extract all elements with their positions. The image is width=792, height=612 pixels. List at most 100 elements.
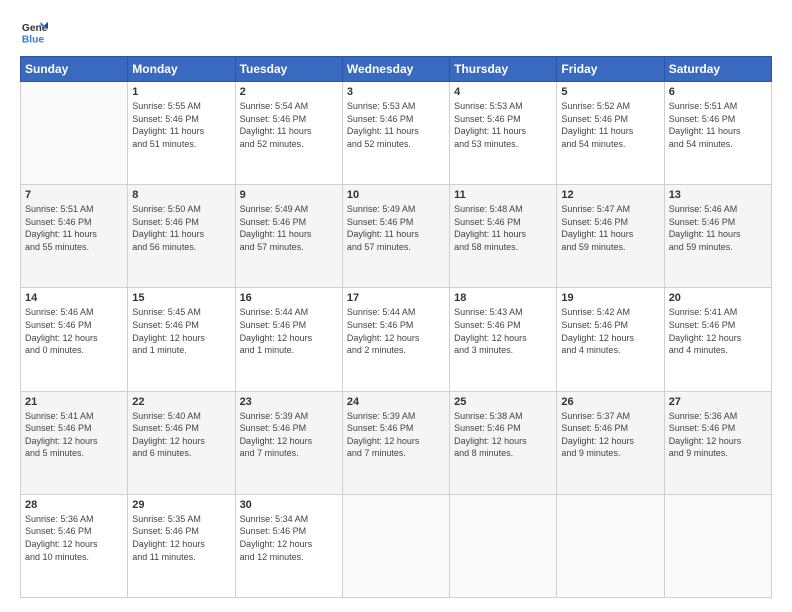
page: General Blue SundayMondayTuesdayWednesda…	[0, 0, 792, 612]
day-number: 6	[669, 86, 767, 98]
day-info: Sunrise: 5:49 AM Sunset: 5:46 PM Dayligh…	[347, 203, 445, 253]
day-number: 4	[454, 86, 552, 98]
day-info: Sunrise: 5:35 AM Sunset: 5:46 PM Dayligh…	[132, 513, 230, 563]
logo: General Blue	[20, 18, 52, 46]
calendar-cell: 2 Sunrise: 5:54 AM Sunset: 5:46 PM Daylig…	[235, 82, 342, 185]
day-info: Sunrise: 5:43 AM Sunset: 5:46 PM Dayligh…	[454, 306, 552, 356]
calendar-cell: 10 Sunrise: 5:49 AM Sunset: 5:46 PM Dayli…	[342, 185, 449, 288]
day-info: Sunrise: 5:39 AM Sunset: 5:46 PM Dayligh…	[240, 410, 338, 460]
day-number: 12	[561, 189, 659, 201]
calendar-cell: 14 Sunrise: 5:46 AM Sunset: 5:46 PM Dayli…	[21, 288, 128, 391]
day-number: 9	[240, 189, 338, 201]
calendar-cell: 19 Sunrise: 5:42 AM Sunset: 5:46 PM Dayli…	[557, 288, 664, 391]
calendar-week-row: 14 Sunrise: 5:46 AM Sunset: 5:46 PM Dayli…	[21, 288, 772, 391]
day-number: 30	[240, 499, 338, 511]
calendar-cell: 4 Sunrise: 5:53 AM Sunset: 5:46 PM Daylig…	[450, 82, 557, 185]
col-header-sunday: Sunday	[21, 57, 128, 82]
calendar-cell: 27 Sunrise: 5:36 AM Sunset: 5:46 PM Dayli…	[664, 391, 771, 494]
calendar-cell: 9 Sunrise: 5:49 AM Sunset: 5:46 PM Daylig…	[235, 185, 342, 288]
day-info: Sunrise: 5:41 AM Sunset: 5:46 PM Dayligh…	[669, 306, 767, 356]
calendar-cell	[557, 494, 664, 597]
day-number: 8	[132, 189, 230, 201]
day-info: Sunrise: 5:44 AM Sunset: 5:46 PM Dayligh…	[240, 306, 338, 356]
calendar-table: SundayMondayTuesdayWednesdayThursdayFrid…	[20, 56, 772, 598]
calendar-cell: 16 Sunrise: 5:44 AM Sunset: 5:46 PM Dayli…	[235, 288, 342, 391]
calendar-week-row: 1Sunrise: 5:55 AM Sunset: 5:46 PM Daylig…	[21, 82, 772, 185]
calendar-cell: 17Sunrise: 5:44 AM Sunset: 5:46 PM Dayli…	[342, 288, 449, 391]
day-info: Sunrise: 5:47 AM Sunset: 5:46 PM Dayligh…	[561, 203, 659, 253]
svg-text:Blue: Blue	[22, 34, 45, 45]
col-header-wednesday: Wednesday	[342, 57, 449, 82]
day-number: 28	[25, 499, 123, 511]
day-info: Sunrise: 5:45 AM Sunset: 5:46 PM Dayligh…	[132, 306, 230, 356]
day-info: Sunrise: 5:38 AM Sunset: 5:46 PM Dayligh…	[454, 410, 552, 460]
calendar-cell: 25 Sunrise: 5:38 AM Sunset: 5:46 PM Dayli…	[450, 391, 557, 494]
day-info: Sunrise: 5:55 AM Sunset: 5:46 PM Dayligh…	[132, 100, 230, 150]
day-info: Sunrise: 5:53 AM Sunset: 5:46 PM Dayligh…	[454, 100, 552, 150]
day-info: Sunrise: 5:46 AM Sunset: 5:46 PM Dayligh…	[669, 203, 767, 253]
day-number: 13	[669, 189, 767, 201]
day-info: Sunrise: 5:36 AM Sunset: 5:46 PM Dayligh…	[669, 410, 767, 460]
calendar-cell: 7Sunrise: 5:51 AM Sunset: 5:46 PM Daylig…	[21, 185, 128, 288]
calendar-cell: 13 Sunrise: 5:46 AM Sunset: 5:46 PM Dayli…	[664, 185, 771, 288]
calendar-cell: 5Sunrise: 5:52 AM Sunset: 5:46 PM Daylig…	[557, 82, 664, 185]
day-number: 19	[561, 292, 659, 304]
day-number: 22	[132, 396, 230, 408]
day-info: Sunrise: 5:51 AM Sunset: 5:46 PM Dayligh…	[669, 100, 767, 150]
calendar-cell: 15 Sunrise: 5:45 AM Sunset: 5:46 PM Dayli…	[128, 288, 235, 391]
calendar-cell	[21, 82, 128, 185]
day-info: Sunrise: 5:34 AM Sunset: 5:46 PM Dayligh…	[240, 513, 338, 563]
logo-icon: General Blue	[20, 18, 48, 46]
calendar-cell	[342, 494, 449, 597]
col-header-saturday: Saturday	[664, 57, 771, 82]
col-header-thursday: Thursday	[450, 57, 557, 82]
day-info: Sunrise: 5:41 AM Sunset: 5:46 PM Dayligh…	[25, 410, 123, 460]
calendar-week-row: 21 Sunrise: 5:41 AM Sunset: 5:46 PM Dayli…	[21, 391, 772, 494]
calendar-cell: 20 Sunrise: 5:41 AM Sunset: 5:46 PM Dayli…	[664, 288, 771, 391]
calendar-cell: 26Sunrise: 5:37 AM Sunset: 5:46 PM Dayli…	[557, 391, 664, 494]
calendar-cell: 22 Sunrise: 5:40 AM Sunset: 5:46 PM Dayli…	[128, 391, 235, 494]
day-number: 15	[132, 292, 230, 304]
calendar-cell: 3Sunrise: 5:53 AM Sunset: 5:46 PM Daylig…	[342, 82, 449, 185]
day-number: 14	[25, 292, 123, 304]
day-number: 2	[240, 86, 338, 98]
day-number: 29	[132, 499, 230, 511]
calendar-cell: 30 Sunrise: 5:34 AM Sunset: 5:46 PM Dayli…	[235, 494, 342, 597]
day-info: Sunrise: 5:54 AM Sunset: 5:46 PM Dayligh…	[240, 100, 338, 150]
day-info: Sunrise: 5:40 AM Sunset: 5:46 PM Dayligh…	[132, 410, 230, 460]
day-number: 20	[669, 292, 767, 304]
col-header-friday: Friday	[557, 57, 664, 82]
calendar-cell: 8 Sunrise: 5:50 AM Sunset: 5:46 PM Daylig…	[128, 185, 235, 288]
day-number: 27	[669, 396, 767, 408]
calendar-cell: 6 Sunrise: 5:51 AM Sunset: 5:46 PM Daylig…	[664, 82, 771, 185]
calendar-cell: 11 Sunrise: 5:48 AM Sunset: 5:46 PM Dayli…	[450, 185, 557, 288]
calendar-cell: 18 Sunrise: 5:43 AM Sunset: 5:46 PM Dayli…	[450, 288, 557, 391]
day-number: 24	[347, 396, 445, 408]
day-number: 18	[454, 292, 552, 304]
calendar-week-row: 28Sunrise: 5:36 AM Sunset: 5:46 PM Dayli…	[21, 494, 772, 597]
day-number: 17	[347, 292, 445, 304]
calendar-cell: 24 Sunrise: 5:39 AM Sunset: 5:46 PM Dayli…	[342, 391, 449, 494]
calendar-cell: 12 Sunrise: 5:47 AM Sunset: 5:46 PM Dayli…	[557, 185, 664, 288]
day-info: Sunrise: 5:46 AM Sunset: 5:46 PM Dayligh…	[25, 306, 123, 356]
header: General Blue	[20, 18, 772, 46]
day-number: 25	[454, 396, 552, 408]
day-number: 7	[25, 189, 123, 201]
svg-text:General: General	[22, 23, 48, 34]
day-info: Sunrise: 5:48 AM Sunset: 5:46 PM Dayligh…	[454, 203, 552, 253]
calendar-week-row: 7Sunrise: 5:51 AM Sunset: 5:46 PM Daylig…	[21, 185, 772, 288]
day-number: 23	[240, 396, 338, 408]
day-info: Sunrise: 5:42 AM Sunset: 5:46 PM Dayligh…	[561, 306, 659, 356]
day-number: 16	[240, 292, 338, 304]
day-info: Sunrise: 5:49 AM Sunset: 5:46 PM Dayligh…	[240, 203, 338, 253]
day-info: Sunrise: 5:50 AM Sunset: 5:46 PM Dayligh…	[132, 203, 230, 253]
calendar-cell	[664, 494, 771, 597]
day-number: 11	[454, 189, 552, 201]
day-number: 3	[347, 86, 445, 98]
day-number: 21	[25, 396, 123, 408]
calendar-cell: 29 Sunrise: 5:35 AM Sunset: 5:46 PM Dayli…	[128, 494, 235, 597]
day-info: Sunrise: 5:39 AM Sunset: 5:46 PM Dayligh…	[347, 410, 445, 460]
day-info: Sunrise: 5:37 AM Sunset: 5:46 PM Dayligh…	[561, 410, 659, 460]
col-header-tuesday: Tuesday	[235, 57, 342, 82]
day-number: 10	[347, 189, 445, 201]
